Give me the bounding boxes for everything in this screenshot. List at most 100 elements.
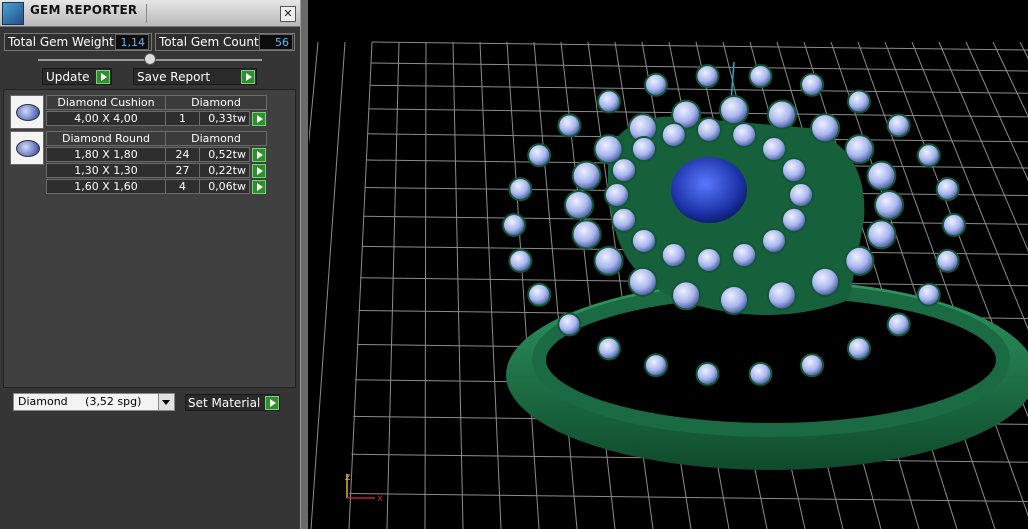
play-icon[interactable] — [252, 180, 266, 194]
panel-scrollbar[interactable] — [300, 0, 308, 529]
halo-stone — [527, 143, 552, 168]
halo-stone — [748, 361, 773, 386]
slider-handle[interactable] — [144, 53, 156, 65]
halo-stone — [671, 280, 702, 311]
halo-stone — [527, 282, 552, 307]
halo-stone — [696, 117, 722, 143]
grid-line — [349, 493, 1028, 502]
halo-stone — [935, 177, 960, 202]
halo-stone — [643, 353, 668, 378]
halo-stone — [942, 213, 966, 237]
halo-stone — [508, 248, 533, 273]
halo-stone — [597, 336, 622, 361]
halo-stone — [508, 177, 533, 202]
set-material-button-label: Set Material — [188, 396, 261, 410]
halo-stone — [643, 72, 668, 97]
grid-line — [310, 41, 346, 529]
halo-stone — [719, 285, 749, 315]
gem-row-weight: 0,06tw — [199, 179, 250, 194]
play-icon[interactable] — [252, 164, 266, 178]
play-icon[interactable] — [252, 148, 266, 162]
halo-stone — [800, 72, 825, 97]
halo-stone — [593, 245, 624, 276]
halo-stone — [935, 248, 960, 273]
halo-stone — [844, 245, 875, 276]
halo-stone — [916, 282, 941, 307]
gem-row-count: 1 — [165, 111, 200, 126]
play-icon[interactable] — [252, 112, 266, 126]
halo-stone — [846, 336, 871, 361]
gem-list-area: Diamond Cushion Diamond 4,00 X 4,00 1 0,… — [3, 89, 296, 388]
halo-stone — [611, 206, 638, 233]
halo-stone — [846, 89, 871, 114]
halo-stone — [748, 64, 773, 89]
halo-stone — [866, 160, 897, 191]
halo-stone — [571, 160, 602, 191]
halo-stone — [571, 219, 602, 250]
grid-line — [386, 41, 400, 529]
halo-stone — [597, 89, 622, 114]
halo-stone — [630, 136, 657, 163]
gem-group-material: Diamond — [165, 95, 267, 110]
gem-row-weight: 0,22tw — [199, 163, 250, 178]
halo-stone — [564, 190, 594, 220]
gem-row-size: 4,00 X 4,00 — [46, 111, 166, 126]
gem-thumbnail-icon[interactable] — [10, 95, 44, 129]
halo-stone — [557, 113, 582, 138]
viewport-canvas: z x — [309, 41, 1028, 529]
gem-row-weight: 0,52tw — [199, 147, 250, 162]
round-stone-icon — [16, 140, 40, 157]
halo-stone — [604, 182, 630, 208]
halo-stone — [761, 227, 788, 254]
play-icon — [96, 70, 110, 84]
grid-line — [309, 41, 319, 145]
3d-viewport[interactable]: z x — [309, 0, 1028, 529]
halo-stone — [810, 266, 841, 297]
title-bar[interactable]: GEM REPORTER ✕ — [0, 0, 300, 27]
halo-stone — [874, 190, 904, 220]
gem-row-size: 1,60 X 1,60 — [46, 179, 166, 194]
halo-stone — [660, 121, 687, 148]
save-report-button[interactable]: Save Report — [133, 68, 257, 85]
halo-stone — [557, 312, 582, 337]
play-icon — [265, 396, 279, 410]
halo-stone — [780, 157, 807, 184]
gizmo-z-label: z — [345, 472, 350, 483]
halo-stone — [766, 280, 797, 311]
halo-stone — [731, 121, 758, 148]
material-select[interactable]: Diamond (3,52 spg) — [13, 393, 175, 411]
halo-stone — [731, 242, 758, 269]
grid-line — [424, 41, 427, 529]
halo-stone — [780, 206, 807, 233]
gem-reporter-panel: GEM REPORTER ✕ Total Gem Weight 1,14 Tot… — [0, 0, 301, 529]
halo-stone — [630, 227, 657, 254]
halo-stone — [844, 134, 875, 165]
gem-row-weight: 0,33tw — [199, 111, 250, 126]
set-material-button[interactable]: Set Material — [185, 394, 280, 411]
halo-stone — [886, 113, 911, 138]
chevron-down-icon[interactable] — [158, 394, 174, 410]
halo-stone — [800, 353, 825, 378]
cushion-stone-icon — [16, 104, 40, 121]
close-button[interactable]: ✕ — [280, 6, 296, 22]
grid-line — [369, 84, 1028, 94]
gem-group-name: Diamond Cushion — [46, 95, 166, 110]
gem-group-name: Diamond Round — [46, 131, 166, 146]
halo-stone — [761, 136, 788, 163]
gem-row-size: 1,30 X 1,30 — [46, 163, 166, 178]
grid-line — [348, 41, 373, 529]
update-button[interactable]: Update — [42, 68, 112, 85]
grid-line — [371, 41, 1028, 51]
total-gem-count-label: Total Gem Count — [159, 35, 259, 49]
update-button-label: Update — [46, 70, 90, 84]
gem-group-material: Diamond — [165, 131, 267, 146]
gem-reporter-app-icon — [2, 2, 24, 25]
halo-stone — [766, 99, 797, 130]
gem-thumbnail-icon[interactable] — [10, 131, 44, 165]
play-icon — [241, 70, 255, 84]
halo-stone — [916, 143, 941, 168]
window-title: GEM REPORTER — [30, 3, 138, 17]
halo-stone — [627, 266, 658, 297]
halo-stone — [695, 361, 720, 386]
total-gem-weight-value: 1,14 — [115, 34, 149, 50]
